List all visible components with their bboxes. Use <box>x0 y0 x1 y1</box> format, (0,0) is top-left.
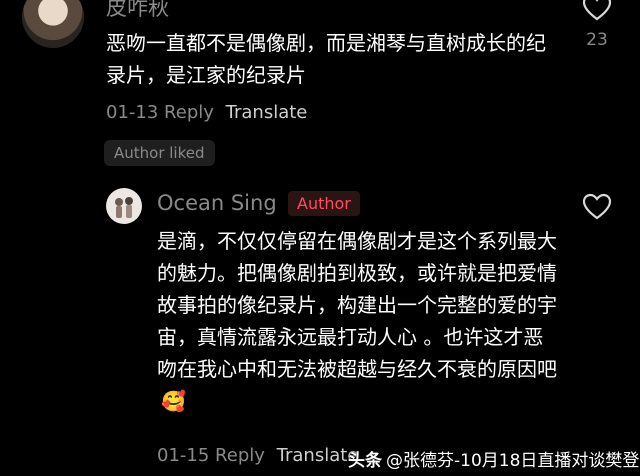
like-heart-icon[interactable] <box>582 193 612 221</box>
comment-meta: 01-13 Reply Translate <box>106 102 307 123</box>
reply-text-content: 是滴，不仅仅停留在偶像剧才是这个系列最大的魅力。把偶像剧拍到极致，或许就是把爱情… <box>157 229 557 381</box>
reply-avatar[interactable] <box>106 188 142 224</box>
reply-username[interactable]: Ocean Sing <box>157 191 277 215</box>
translate-button[interactable]: Translate <box>277 445 359 466</box>
reply-text: 是滴，不仅仅停留在偶像剧才是这个系列最大的魅力。把偶像剧拍到极致，或许就是把爱情… <box>157 225 557 417</box>
commenter-username[interactable]: 皮咋秋 <box>106 0 169 22</box>
watermark: 头条 @张德芬-10月18日直播对谈樊登 <box>348 446 639 471</box>
author-badge: Author <box>288 191 360 216</box>
blush-emoji-icon: 🥰 <box>161 389 186 413</box>
watermark-text: @张德芬-10月18日直播对谈樊登 <box>386 451 640 471</box>
author-liked-badge: Author liked <box>104 140 215 166</box>
like-heart-icon[interactable] <box>582 0 612 22</box>
comment-date: 01-13 <box>106 102 159 123</box>
watermark-brand: 头条 <box>348 451 382 471</box>
reply-date: 01-15 <box>157 445 210 466</box>
comment-text: 恶吻一直都不是偶像剧，而是湘琴与直树成长的纪录片，是江家的纪录片 <box>106 31 546 87</box>
commenter-avatar[interactable] <box>22 0 84 48</box>
reply-button[interactable]: Reply <box>215 445 265 466</box>
translate-button[interactable]: Translate <box>226 102 308 123</box>
reply-meta: 01-15 Reply Translate <box>157 445 358 466</box>
reply-button[interactable]: Reply <box>164 102 214 123</box>
like-count: 23 <box>586 30 608 50</box>
